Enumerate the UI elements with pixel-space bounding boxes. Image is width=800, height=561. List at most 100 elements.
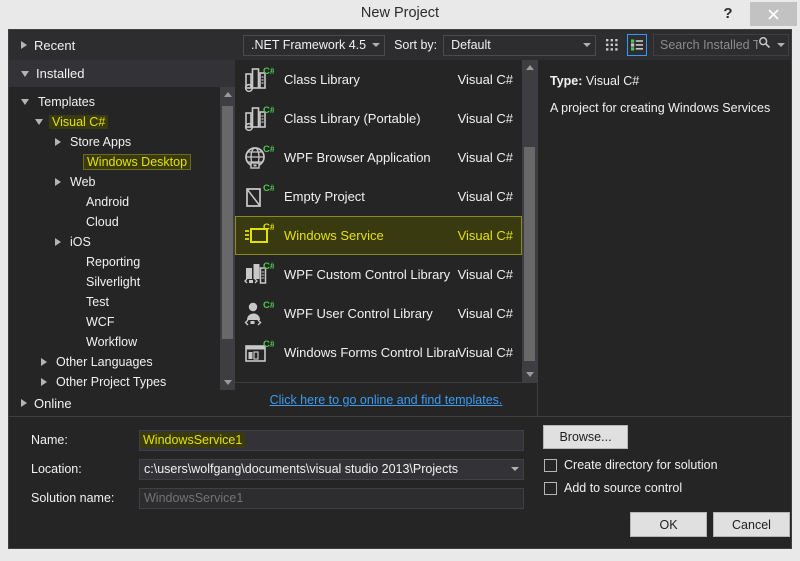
svg-text:C#: C#	[263, 339, 274, 350]
scroll-down-icon[interactable]	[220, 375, 235, 390]
chevron-right-icon[interactable]	[41, 378, 47, 386]
sidebar-item-silverlight[interactable]: Silverlight	[9, 272, 235, 292]
chevron-right-icon[interactable]	[55, 238, 61, 246]
sidebar-item-templates[interactable]: Templates	[9, 92, 235, 112]
sidebar-item-label: Windows Desktop	[83, 154, 191, 170]
sidebar-item-android[interactable]: Android	[9, 192, 235, 212]
sidebar-item-label: Cloud	[83, 215, 122, 229]
template-language: Visual C#	[458, 228, 521, 243]
search-icon[interactable]	[758, 36, 771, 54]
large-icons-view-icon[interactable]	[627, 34, 647, 56]
chevron-down-icon[interactable]	[35, 119, 43, 125]
create-directory-label: Create directory for solution	[564, 458, 718, 472]
solution-name-input[interactable]: WindowsService1	[139, 488, 524, 509]
sidebar-item-other-languages[interactable]: Other Languages	[9, 352, 235, 372]
help-icon[interactable]: ?	[711, 0, 745, 26]
template-name: WPF Browser Application	[284, 150, 458, 165]
template-scroll-thumb[interactable]	[524, 147, 535, 361]
chevron-right-icon[interactable]	[55, 178, 61, 186]
scroll-up-icon[interactable]	[220, 87, 235, 102]
online-templates-link[interactable]: Click here to go online and find templat…	[270, 393, 503, 407]
template-list-item[interactable]: C#Class Library (Portable)Visual C#	[235, 99, 522, 138]
sidebar-item-test[interactable]: Test	[9, 292, 235, 312]
add-source-control-checkbox[interactable]: Add to source control	[544, 481, 682, 495]
sidebar-item-installed[interactable]: Installed	[9, 60, 235, 87]
online-templates-link-row: Click here to go online and find templat…	[235, 382, 537, 416]
sidebar-scroll-track[interactable]	[220, 102, 235, 375]
sort-by-label: Sort by:	[394, 38, 437, 52]
template-language: Visual C#	[458, 306, 521, 321]
sort-by-dropdown[interactable]: Default	[443, 35, 596, 56]
online-label: Online	[34, 396, 72, 411]
type-value: Visual C#	[586, 74, 639, 88]
template-list-item[interactable]: C#Windows Forms Control LibraryVisual C#	[235, 333, 522, 372]
template-list-item[interactable]: C#WPF User Control LibraryVisual C#	[235, 294, 522, 333]
template-list-scrollbar[interactable]	[522, 60, 537, 382]
sidebar-item-cloud[interactable]: Cloud	[9, 212, 235, 232]
svg-text:C#: C#	[263, 300, 274, 311]
wpf-custom-control-library-icon: C#	[242, 259, 274, 291]
svg-text:C#: C#	[263, 105, 274, 116]
sidebar-item-label: iOS	[67, 235, 94, 249]
name-input[interactable]: WindowsService1	[139, 430, 524, 451]
template-description: A project for creating Windows Services	[550, 100, 781, 117]
template-name: Empty Project	[284, 189, 458, 204]
create-directory-checkbox[interactable]: Create directory for solution	[544, 458, 718, 472]
sidebar-item-label: Silverlight	[83, 275, 143, 289]
sidebar-item-online[interactable]: Online	[9, 390, 235, 416]
name-field-row: Name: WindowsService1	[9, 429, 791, 451]
sidebar-item-label: WCF	[83, 315, 117, 329]
sidebar-scrollbar[interactable]	[220, 87, 235, 390]
scroll-down-icon[interactable]	[522, 367, 537, 382]
cancel-label: Cancel	[732, 518, 771, 532]
template-list-item[interactable]: C#WPF Custom Control LibraryVisual C#	[235, 255, 522, 294]
search-input[interactable]: Search Installed Te	[653, 34, 789, 56]
class-library-icon: C#	[242, 64, 274, 96]
details-pane: Type: Visual C# A project for creating W…	[537, 60, 791, 416]
windows-service-icon: C#	[242, 220, 274, 252]
sidebar-item-label: Other Project Types	[53, 375, 169, 389]
page-title: New Project	[0, 5, 800, 21]
sidebar-item-recent[interactable]: Recent	[9, 30, 235, 60]
sidebar-item-workflow[interactable]: Workflow	[9, 332, 235, 352]
sidebar-scroll-thumb[interactable]	[222, 106, 233, 339]
location-input[interactable]: c:\users\wolfgang\documents\visual studi…	[139, 459, 524, 480]
search-placeholder: Search Installed Te	[660, 38, 758, 52]
checkbox-box[interactable]	[544, 482, 557, 495]
template-scroll-track[interactable]	[522, 75, 537, 367]
windows-forms-control-library-icon: C#	[242, 337, 274, 369]
chevron-down-icon[interactable]	[511, 467, 519, 471]
ok-button[interactable]: OK	[630, 512, 707, 537]
small-icons-view-icon[interactable]	[602, 34, 621, 56]
sidebar-item-reporting[interactable]: Reporting	[9, 252, 235, 272]
template-name: Windows Forms Control Library	[284, 345, 458, 360]
sidebar-item-web[interactable]: Web	[9, 172, 235, 192]
browse-button[interactable]: Browse...	[543, 425, 628, 449]
chevron-right-icon[interactable]	[41, 358, 47, 366]
search-dropdown-icon[interactable]	[777, 43, 785, 47]
close-icon[interactable]	[750, 2, 797, 26]
checkbox-box[interactable]	[544, 459, 557, 472]
sidebar-item-store-apps[interactable]: Store Apps	[9, 132, 235, 152]
sidebar-item-wcf[interactable]: WCF	[9, 312, 235, 332]
template-list-item[interactable]: C#WPF Browser ApplicationVisual C#	[235, 138, 522, 177]
template-list-item[interactable]: C#Empty ProjectVisual C#	[235, 177, 522, 216]
chevron-down-icon[interactable]	[21, 99, 29, 105]
sidebar-item-windows-desktop[interactable]: Windows Desktop	[9, 152, 235, 172]
template-list-item[interactable]: C#Class LibraryVisual C#	[235, 60, 522, 99]
chevron-right-icon[interactable]	[55, 138, 61, 146]
sidebar-item-visual-c-[interactable]: Visual C#	[9, 112, 235, 132]
scroll-up-icon[interactable]	[522, 60, 537, 75]
sidebar-item-label: Web	[67, 175, 98, 189]
sidebar-item-other-project-types[interactable]: Other Project Types	[9, 372, 235, 390]
template-language: Visual C#	[458, 267, 521, 282]
chevron-down-icon	[583, 43, 591, 47]
template-list-item[interactable]: C#Windows ServiceVisual C#	[235, 216, 522, 255]
template-name: Class Library (Portable)	[284, 111, 458, 126]
framework-dropdown[interactable]: .NET Framework 4.5	[243, 35, 385, 56]
sidebar-item-ios[interactable]: iOS	[9, 232, 235, 252]
chevron-right-icon	[21, 41, 27, 49]
cancel-button[interactable]: Cancel	[713, 512, 790, 537]
title-bar: New Project ?	[0, 0, 800, 29]
sidebar: Installed TemplatesVisual C#Store Apps Wi…	[9, 60, 235, 416]
